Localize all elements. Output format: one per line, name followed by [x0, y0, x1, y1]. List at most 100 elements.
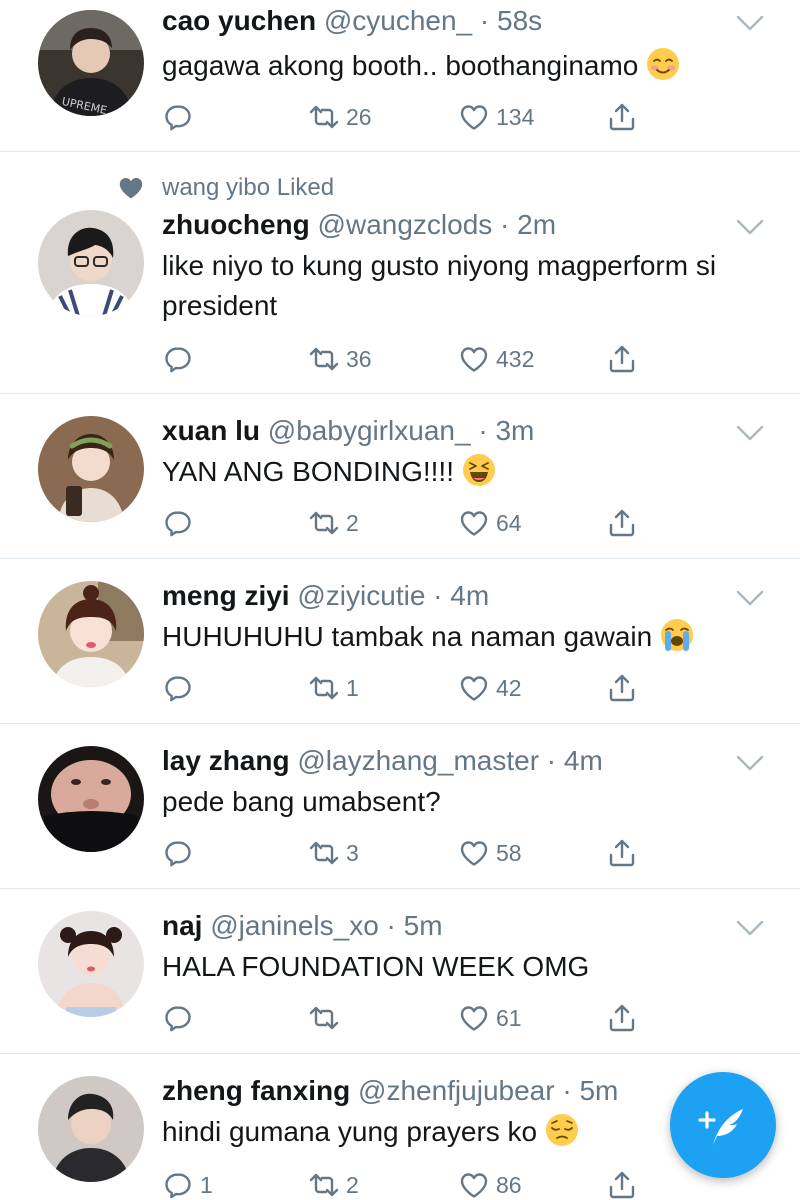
tweet[interactable]: naj @janinels_xo · 5m HALA FOUNDATION WE… [0, 889, 800, 1054]
like-count: 42 [496, 674, 522, 701]
like-button[interactable]: 86 [458, 1168, 522, 1200]
timestamp[interactable]: 5m [579, 1075, 618, 1106]
tweet-actions: 36 432 [162, 342, 662, 376]
like-button[interactable]: 64 [458, 506, 522, 540]
heart-icon [458, 672, 490, 704]
timestamp[interactable]: 4m [450, 580, 489, 611]
tweet-actions: 1 2 86 [162, 1168, 662, 1200]
heart-icon [458, 101, 490, 133]
share-button[interactable] [606, 342, 644, 376]
caret-down-icon[interactable] [736, 754, 764, 772]
reply-button[interactable]: 1 [162, 1168, 213, 1200]
display-name[interactable]: meng ziyi [162, 580, 290, 611]
heart-icon [458, 1169, 490, 1200]
smiling-face-icon [647, 48, 680, 80]
tweet-text-body: HUHUHUHU tambak na naman gawain [162, 621, 653, 652]
reply-button[interactable] [162, 342, 200, 376]
tweet-text: HALA FOUNDATION WEEK OMG [162, 947, 760, 987]
username[interactable]: @wangzclods [318, 209, 493, 240]
retweet-button[interactable]: 2 [308, 1168, 359, 1200]
display-name[interactable]: lay zhang [162, 745, 290, 776]
timestamp[interactable]: 5m [404, 910, 443, 941]
retweet-icon [308, 1002, 340, 1034]
tweet-text: HUHUHUHU tambak na naman gawain [162, 617, 760, 657]
retweet-button[interactable]: 3 [308, 836, 359, 870]
avatar[interactable] [38, 911, 144, 1017]
retweet-button[interactable]: 26 [308, 100, 372, 134]
share-button[interactable] [606, 506, 644, 540]
like-button[interactable]: 58 [458, 836, 522, 870]
share-icon [606, 1169, 638, 1200]
username[interactable]: @babygirlxuan_ [268, 415, 471, 446]
tweet-header: lay zhang @layzhang_master · 4m [162, 744, 730, 778]
username[interactable]: @layzhang_master [297, 745, 539, 776]
caret-down-icon[interactable] [736, 424, 764, 442]
avatar[interactable]: UPREME [38, 10, 144, 116]
reply-button[interactable] [162, 100, 200, 134]
caret-down-icon[interactable] [736, 589, 764, 607]
timestamp[interactable]: 58s [497, 5, 542, 36]
caret-down-icon[interactable] [736, 218, 764, 236]
separator-dot: · [472, 5, 498, 36]
display-name[interactable]: xuan lu [162, 415, 260, 446]
display-name[interactable]: naj [162, 910, 202, 941]
share-button[interactable] [606, 100, 644, 134]
username[interactable]: @janinels_xo [210, 910, 379, 941]
tweet-actions: 1 42 [162, 671, 662, 705]
compose-tweet-button[interactable] [670, 1072, 776, 1178]
timestamp[interactable]: 2m [517, 209, 556, 240]
share-icon [606, 837, 638, 869]
share-icon [606, 1002, 638, 1034]
avatar[interactable] [38, 581, 144, 687]
liked-heart-icon [119, 178, 143, 199]
timestamp[interactable]: 4m [564, 745, 603, 776]
timeline: UPREME cao yuchen @cyuchen_ · 58s gagawa… [0, 0, 800, 1200]
reply-icon [162, 1169, 194, 1200]
retweet-button[interactable]: 2 [308, 506, 359, 540]
display-name[interactable]: zheng fanxing [162, 1075, 350, 1106]
share-icon [606, 672, 638, 704]
avatar[interactable] [38, 210, 144, 316]
caret-down-icon[interactable] [736, 14, 764, 32]
tweet-text-body: HALA FOUNDATION WEEK OMG [162, 951, 590, 982]
timestamp[interactable]: 3m [495, 415, 534, 446]
retweet-button[interactable] [308, 1001, 346, 1035]
retweet-icon [308, 672, 340, 704]
tweet[interactable]: wang yibo Liked zhuocheng @wangzclods · … [0, 152, 800, 394]
reply-icon [162, 507, 194, 539]
like-button[interactable]: 42 [458, 671, 522, 705]
share-button[interactable] [606, 1001, 644, 1035]
username[interactable]: @ziyicutie [297, 580, 425, 611]
avatar[interactable] [38, 746, 144, 852]
display-name[interactable]: cao yuchen [162, 5, 316, 36]
like-button[interactable]: 134 [458, 100, 534, 134]
reply-icon [162, 343, 194, 375]
retweet-count: 3 [346, 839, 359, 866]
like-button[interactable]: 61 [458, 1001, 522, 1035]
like-button[interactable]: 432 [458, 342, 534, 376]
separator-dot: · [492, 209, 518, 240]
reply-button[interactable] [162, 836, 200, 870]
tweet[interactable]: meng ziyi @ziyicutie · 4m HUHUHUHU tamba… [0, 559, 800, 724]
tweet[interactable]: xuan lu @babygirlxuan_ · 3m YAN ANG BOND… [0, 394, 800, 559]
tweet-text-body: YAN ANG BONDING!!!! [162, 456, 454, 487]
reply-button[interactable] [162, 671, 200, 705]
username[interactable]: @cyuchen_ [324, 5, 472, 36]
separator-dot: · [539, 745, 564, 776]
username[interactable]: @zhenfjujubear [358, 1075, 555, 1106]
reply-button[interactable] [162, 1001, 200, 1035]
reply-button[interactable] [162, 506, 200, 540]
avatar[interactable] [38, 416, 144, 522]
avatar[interactable] [38, 1076, 144, 1182]
share-button[interactable] [606, 1168, 644, 1200]
tweet[interactable]: UPREME cao yuchen @cyuchen_ · 58s gagawa… [0, 0, 800, 152]
tweet[interactable]: lay zhang @layzhang_master · 4m pede ban… [0, 724, 800, 889]
retweet-button[interactable]: 36 [308, 342, 372, 376]
share-button[interactable] [606, 836, 644, 870]
share-button[interactable] [606, 671, 644, 705]
retweet-button[interactable]: 1 [308, 671, 359, 705]
display-name[interactable]: zhuocheng [162, 209, 310, 240]
caret-down-icon[interactable] [736, 919, 764, 937]
tweet-header: xuan lu @babygirlxuan_ · 3m [162, 414, 730, 448]
tweet-actions: 26 134 [162, 100, 662, 134]
